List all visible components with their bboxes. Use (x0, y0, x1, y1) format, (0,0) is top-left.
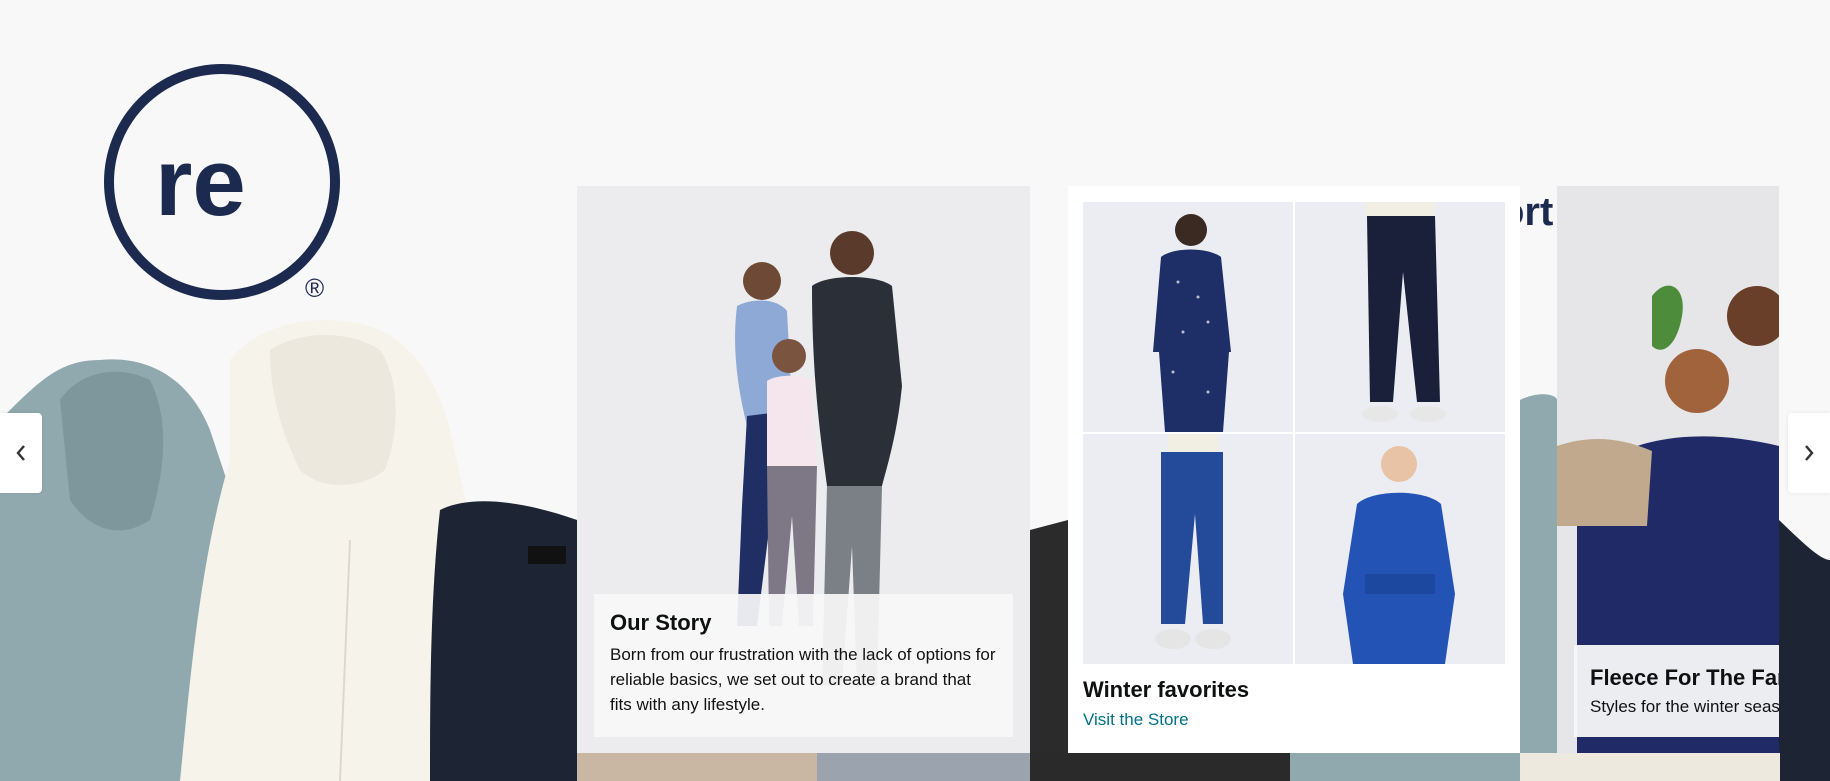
winter-favorites-card[interactable]: Winter favorites Visit the Store (1068, 186, 1520, 753)
navy-joggers-image (1362, 202, 1446, 422)
fleece-text-overlay: Fleece For The Family Styles for the win… (1574, 645, 1779, 737)
blue-long-sleeve-image (1343, 446, 1455, 664)
winter-favorites-title: Winter favorites (1083, 677, 1250, 702)
story-description: Born from our frustration with the lack … (610, 645, 996, 714)
chevron-right-icon (1805, 445, 1814, 461)
fleece-description: Styles for the winter season (1590, 697, 1779, 716)
blue-joggers-image (1155, 434, 1231, 649)
story-title: Our Story (610, 610, 712, 635)
visit-store-link[interactable]: Visit the Store (1083, 710, 1189, 730)
pajama-set-image (1153, 214, 1231, 432)
fleece-family-card[interactable]: Fleece For The Family Styles for the win… (1557, 186, 1779, 753)
hero-banner: re ® ort Our Story Born from our frustra… (0, 0, 1830, 781)
product-image-grid (1083, 202, 1505, 664)
registered-mark: ® (305, 273, 324, 303)
carousel-next-button[interactable] (1788, 413, 1830, 493)
product-tile-navy-joggers[interactable] (1295, 202, 1505, 432)
logo-text: re (155, 129, 246, 236)
our-story-card[interactable]: Our Story Born from our frustration with… (577, 186, 1030, 753)
story-text-overlay: Our Story Born from our frustration with… (594, 594, 1013, 737)
chevron-left-icon (16, 445, 25, 461)
product-tile-blue-long-sleeve[interactable] (1295, 434, 1505, 664)
product-tile-pajama-set[interactable] (1083, 202, 1293, 432)
brand-logo: re ® (104, 64, 340, 303)
carousel-prev-button[interactable] (0, 413, 42, 493)
product-tile-blue-joggers[interactable] (1083, 434, 1293, 664)
fleece-title: Fleece For The Family (1590, 665, 1779, 690)
